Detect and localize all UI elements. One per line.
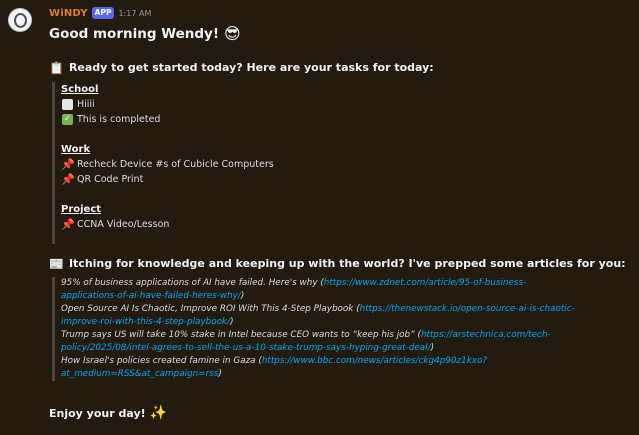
article-title: Trump says US will take 10% stake in Int… — [61, 330, 415, 340]
articles-heading: 📰 Itching for knowledge and keeping up w… — [49, 257, 626, 270]
task-text: QR Code Print — [77, 174, 144, 185]
article-item: Open Source AI Is Chaotic, Improve ROI W… — [61, 304, 575, 327]
task-text: Hiiii — [77, 99, 95, 110]
tasks-heading: 📋 Ready to get started today? Here are y… — [49, 61, 434, 74]
check-mark-icon: ✓ — [62, 114, 73, 125]
task-item: ✓ This is completed — [61, 112, 274, 127]
pushpin-icon: 📌 — [61, 173, 75, 186]
clipboard-icon: 📋 — [49, 60, 64, 75]
newspaper-icon: 📰 — [49, 256, 64, 271]
category-project: Project — [61, 204, 102, 215]
articles-quote: 95% of business applications of AI have … — [52, 277, 581, 381]
task-item: 📌 CCNA Video/Lesson — [61, 217, 274, 232]
tasks-quote: School Hiiii ✓ This is completed Work 📌 … — [52, 82, 274, 244]
timestamp[interactable]: 1:17 AM — [118, 9, 151, 18]
greeting-text: Good morning Wendy! — [49, 26, 220, 42]
task-text: Recheck Device #s of Cubicle Computers — [77, 159, 274, 170]
closing-text: Enjoy your day! — [49, 406, 146, 420]
articles-heading-text: Itching for knowledge and keeping up wit… — [68, 257, 626, 270]
sparkles-icon: ✨ — [149, 405, 168, 421]
pushpin-icon: 📌 — [61, 158, 75, 171]
avatar[interactable] — [8, 8, 32, 32]
article-item: Trump says US will take 10% stake in Int… — [61, 330, 551, 353]
article-item: 95% of business applications of AI have … — [61, 278, 527, 301]
task-text: This is completed — [77, 114, 161, 125]
sunglasses-icon: 😎 — [224, 24, 241, 43]
task-item: 📌 QR Code Print — [61, 172, 274, 187]
task-item: 📌 Recheck Device #s of Cubicle Computers — [61, 157, 274, 172]
message-header: WiNDY APP 1:17 AM — [49, 6, 151, 20]
article-title: Open Source AI Is Chaotic, Improve ROI W… — [61, 304, 354, 314]
category-work: Work — [61, 144, 91, 155]
article-title: How Israel's policies created famine in … — [61, 356, 256, 366]
task-item: Hiiii — [61, 97, 274, 112]
author-name[interactable]: WiNDY — [49, 8, 88, 19]
article-title: 95% of business applications of AI have … — [61, 278, 318, 288]
category-school: School — [61, 84, 99, 95]
task-text: CCNA Video/Lesson — [77, 219, 170, 230]
greeting: Good morning Wendy! 😎 — [49, 24, 241, 43]
tasks-heading-text: Ready to get started today? Here are you… — [68, 61, 434, 74]
empty-checkbox-icon — [62, 99, 73, 110]
app-badge: APP — [91, 7, 115, 19]
article-item: How Israel's policies created famine in … — [61, 356, 488, 379]
avatar-logo-icon — [13, 12, 27, 28]
chat-message: WiNDY APP 1:17 AM Good morning Wendy! 😎 … — [0, 0, 639, 435]
closing: Enjoy your day! ✨ — [49, 406, 167, 420]
pushpin-icon: 📌 — [61, 218, 75, 231]
